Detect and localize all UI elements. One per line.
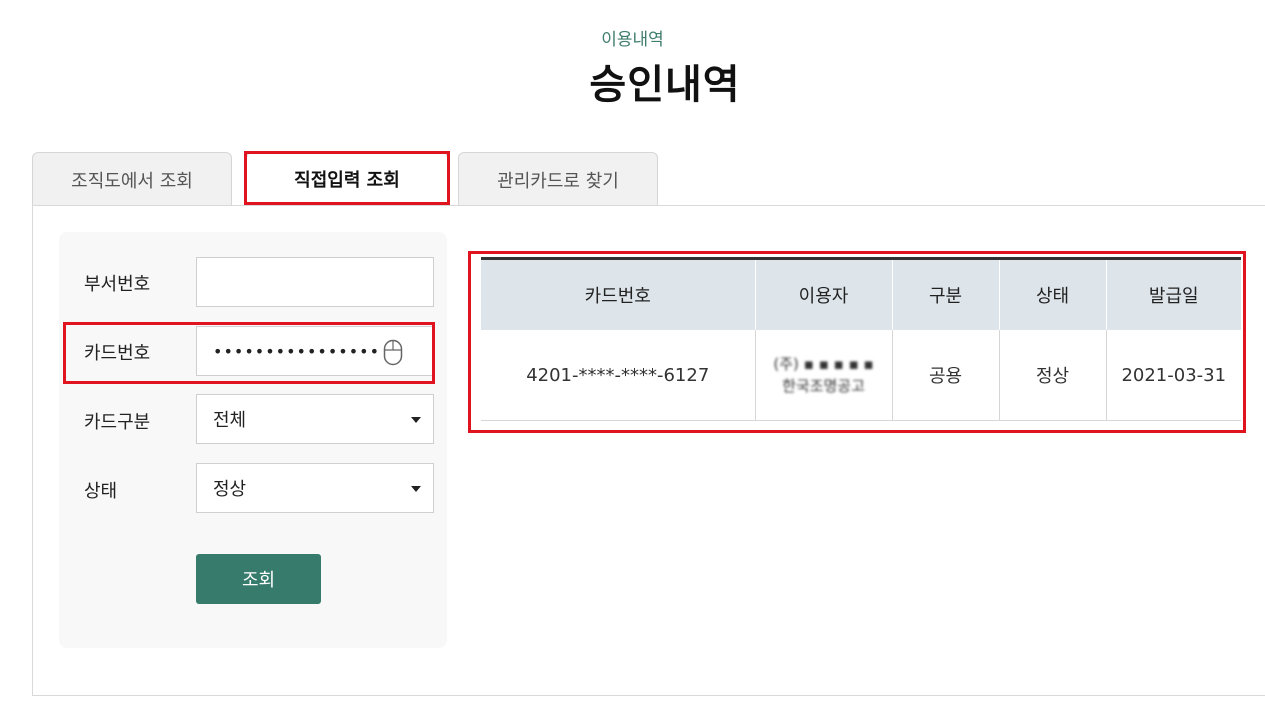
status-value: 정상 [213, 479, 247, 500]
dept-number-label: 부서번호 [84, 274, 151, 295]
caret-down-icon [411, 417, 421, 423]
card-type-label: 카드구분 [84, 412, 151, 433]
highlight-box-results [468, 251, 1246, 433]
tab-org-chart[interactable]: 조직도에서 조회 [32, 152, 232, 206]
page-subtitle: 이용내역 [601, 30, 664, 50]
card-type-value: 전체 [213, 410, 247, 431]
highlight-box-card-number [63, 322, 435, 384]
dept-number-input[interactable] [196, 257, 434, 307]
search-button[interactable]: 조회 [196, 554, 321, 604]
status-label: 상태 [84, 481, 118, 502]
highlight-box-tab [244, 151, 450, 205]
tab-managed-card[interactable]: 관리카드로 찾기 [458, 152, 658, 206]
status-select[interactable]: 정상 [196, 463, 434, 513]
caret-down-icon [411, 486, 421, 492]
card-type-select[interactable]: 전체 [196, 394, 434, 444]
page-title: 승인내역 [589, 62, 741, 108]
